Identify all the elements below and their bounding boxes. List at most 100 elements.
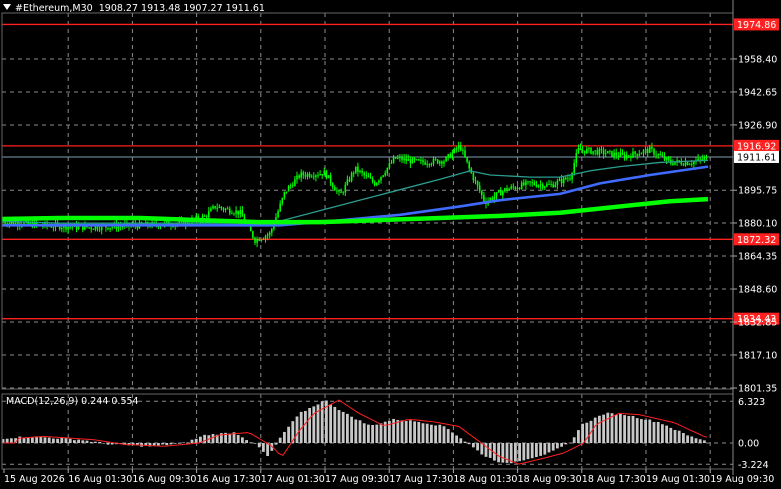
macd-bar bbox=[169, 443, 173, 445]
candle-body bbox=[535, 184, 538, 187]
candle-body bbox=[462, 150, 464, 152]
candle-body bbox=[14, 222, 17, 225]
candle-body bbox=[562, 177, 565, 184]
macd-bar bbox=[497, 443, 500, 463]
candle-body bbox=[109, 227, 111, 230]
time-label: 17 Aug 17:30 bbox=[389, 474, 453, 485]
candle-body bbox=[625, 155, 628, 159]
candle-body bbox=[329, 175, 332, 184]
candle-body bbox=[294, 179, 296, 187]
candle-body bbox=[363, 172, 365, 176]
macd-bar bbox=[602, 414, 605, 443]
candle-body bbox=[210, 208, 212, 212]
macd-bar bbox=[333, 406, 337, 443]
macd-bar bbox=[518, 443, 521, 462]
macd-bar bbox=[43, 437, 47, 443]
macd-bar bbox=[501, 443, 505, 463]
macd-bar bbox=[110, 443, 114, 445]
macd-bar bbox=[463, 441, 467, 443]
macd-bar bbox=[619, 413, 622, 443]
candle-body bbox=[252, 231, 254, 238]
macd-bar bbox=[312, 406, 316, 443]
candle-body bbox=[367, 175, 370, 178]
macd-bar bbox=[350, 416, 353, 443]
candle-body bbox=[289, 185, 292, 187]
macd-bar bbox=[631, 415, 635, 443]
candle-body bbox=[296, 175, 298, 180]
candle-body bbox=[558, 179, 561, 181]
candle-body bbox=[567, 178, 569, 180]
candle-body bbox=[640, 153, 643, 155]
macd-bar bbox=[106, 443, 110, 445]
trading-chart[interactable]: 1974.861916.921872.321834.431911.61 15 A… bbox=[0, 0, 781, 489]
candle-body bbox=[378, 180, 380, 183]
candle-body bbox=[525, 181, 527, 186]
macd-bar bbox=[442, 426, 446, 443]
macd-bar bbox=[320, 401, 324, 443]
candle-body bbox=[436, 159, 439, 164]
candle-body bbox=[596, 150, 599, 155]
candle-body bbox=[321, 173, 323, 176]
candle-body bbox=[266, 234, 269, 237]
candle-body bbox=[319, 173, 321, 176]
candle-body bbox=[222, 208, 225, 210]
macd-bar bbox=[396, 420, 400, 443]
macd-bar bbox=[308, 407, 311, 443]
candle-body bbox=[397, 157, 399, 159]
macd-bar bbox=[173, 443, 177, 444]
candle-body bbox=[327, 175, 330, 179]
macd-bar bbox=[614, 414, 618, 443]
macd-bar bbox=[598, 415, 601, 443]
candle-body bbox=[594, 150, 596, 152]
candle-body bbox=[504, 188, 506, 192]
macd-bar bbox=[472, 443, 475, 448]
candle-body bbox=[638, 154, 641, 156]
candle-body bbox=[390, 162, 393, 164]
macd-bar bbox=[698, 439, 702, 443]
candle-body bbox=[575, 152, 578, 163]
macd-bar bbox=[682, 433, 685, 443]
price-label: 1958.40 bbox=[738, 54, 777, 65]
candle-body bbox=[52, 227, 55, 229]
dropdown-triangle-icon[interactable] bbox=[3, 4, 11, 10]
candle-body bbox=[292, 185, 294, 187]
macd-indicator[interactable] bbox=[1, 399, 708, 465]
candle-body bbox=[577, 147, 580, 153]
candle-body bbox=[586, 149, 588, 154]
macd-bar bbox=[606, 412, 610, 443]
macd-bar bbox=[686, 435, 689, 443]
candle-body bbox=[636, 153, 638, 156]
candle-body bbox=[497, 190, 500, 193]
candle-body bbox=[615, 152, 617, 156]
macd-bar bbox=[547, 443, 551, 453]
macd-bar bbox=[203, 434, 206, 443]
candle-body bbox=[476, 181, 479, 186]
macd-bar bbox=[236, 435, 240, 443]
support-resistance-lines[interactable]: 1974.861916.921872.321834.431911.61 bbox=[2, 18, 779, 325]
candle-body bbox=[357, 166, 359, 173]
candle-body bbox=[583, 150, 586, 154]
macd-bar bbox=[640, 419, 643, 443]
candle-body bbox=[212, 206, 214, 209]
time-label: 19 Aug 01:30 bbox=[646, 474, 710, 485]
candle-body bbox=[598, 148, 601, 155]
candle-body bbox=[443, 161, 445, 164]
candle-body bbox=[602, 149, 605, 155]
candle-body bbox=[260, 239, 263, 241]
macd-tick-label: 0.00 bbox=[738, 439, 759, 450]
candle-body bbox=[604, 153, 607, 155]
macd-bar bbox=[60, 438, 64, 443]
candle-body bbox=[560, 179, 563, 184]
macd-bar bbox=[677, 430, 681, 443]
ohlc-values: 1908.27 1913.48 1907.27 1911.61 bbox=[98, 3, 265, 14]
candle-body bbox=[304, 175, 307, 177]
candle-body bbox=[510, 186, 512, 189]
macd-bar bbox=[304, 410, 307, 443]
candle-body bbox=[214, 206, 216, 209]
macd-bar bbox=[56, 438, 59, 443]
candle-body bbox=[342, 192, 344, 194]
main-panel-frame bbox=[1, 12, 734, 390]
price-label: 1848.60 bbox=[738, 285, 777, 296]
candle-body bbox=[92, 229, 95, 230]
macd-bar bbox=[249, 442, 253, 443]
